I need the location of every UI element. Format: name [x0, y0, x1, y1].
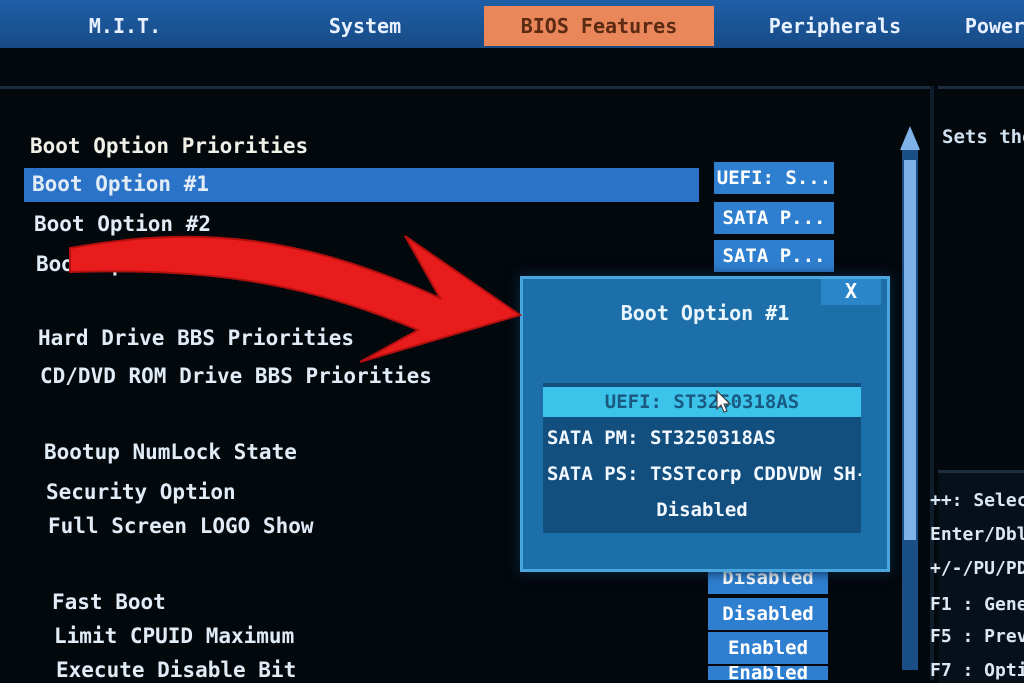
menu-item-limit-cpuid[interactable]: Limit CPUID Maximum: [54, 624, 294, 648]
key-help-enter: Enter/Dbl: [930, 524, 1024, 545]
tab-bios-features[interactable]: BIOS Features: [484, 6, 714, 46]
help-text: Sets the: [942, 126, 1024, 148]
value-execute-disable-bit[interactable]: Enabled: [708, 666, 828, 680]
value-boot-option-1[interactable]: UEFI: S...: [714, 162, 834, 194]
scroll-up-icon[interactable]: [900, 126, 920, 150]
value-boot-option-3[interactable]: SATA P...: [714, 240, 834, 272]
popup-option-uefi[interactable]: UEFI: ST3250318AS: [543, 387, 861, 417]
section-boot-option-priorities: Boot Option Priorities: [30, 134, 309, 158]
tab-mit[interactable]: M.I.T.: [40, 6, 210, 46]
value-limit-cpuid[interactable]: Enabled: [708, 632, 828, 664]
popup-option-disabled[interactable]: Disabled: [543, 495, 861, 525]
menu-item-fast-boot[interactable]: Fast Boot: [52, 590, 166, 614]
key-help-f7: F7 : Opti: [930, 660, 1024, 681]
tab-system[interactable]: System: [270, 6, 460, 46]
divider: [938, 86, 1024, 89]
menu-item-hdd-bbs-priorities[interactable]: Hard Drive BBS Priorities: [38, 326, 354, 350]
tab-power[interactable]: Power: [950, 6, 1024, 46]
key-help-f1: F1 : Gene: [930, 594, 1024, 615]
key-help-change: +/-/PU/PD:: [930, 558, 1024, 579]
divider: [0, 86, 930, 89]
menu-item-execute-disable-bit[interactable]: Execute Disable Bit: [56, 658, 296, 682]
value-boot-option-2[interactable]: SATA P...: [714, 202, 834, 234]
tab-bar: M.I.T. System BIOS Features Peripherals …: [0, 0, 1024, 48]
value-fast-boot[interactable]: Disabled: [708, 598, 828, 630]
key-help-f5: F5 : Prev: [930, 626, 1024, 647]
tab-peripherals[interactable]: Peripherals: [740, 6, 930, 46]
scrollbar-thumb[interactable]: [904, 160, 916, 540]
popup-option-sata-ps[interactable]: SATA PS: TSSTcorp CDDVDW SH-S: [543, 459, 861, 489]
boot-option-popup: X Boot Option #1 UEFI: ST3250318AS SATA …: [520, 276, 890, 572]
key-help-select: ++: Select: [930, 490, 1024, 511]
menu-item-security-option[interactable]: Security Option: [46, 480, 236, 504]
mouse-cursor-icon: [716, 390, 732, 413]
menu-item-boot-option-1[interactable]: Boot Option #1: [32, 172, 209, 196]
popup-option-sata-pm[interactable]: SATA PM: ST3250318AS: [543, 423, 861, 453]
divider: [930, 86, 934, 680]
popup-title: Boot Option #1: [620, 301, 790, 325]
menu-item-boot-option-2[interactable]: Boot Option #2: [34, 212, 211, 236]
menu-item-boot-option-3[interactable]: Boot Option #3: [36, 252, 213, 276]
popup-options-list: UEFI: ST3250318AS SATA PM: ST3250318AS S…: [543, 383, 861, 533]
menu-item-full-screen-logo[interactable]: Full Screen LOGO Show: [48, 514, 314, 538]
menu-item-bootup-numlock[interactable]: Bootup NumLock State: [44, 440, 297, 464]
menu-item-cddvd-bbs-priorities[interactable]: CD/DVD ROM Drive BBS Priorities: [40, 364, 432, 388]
